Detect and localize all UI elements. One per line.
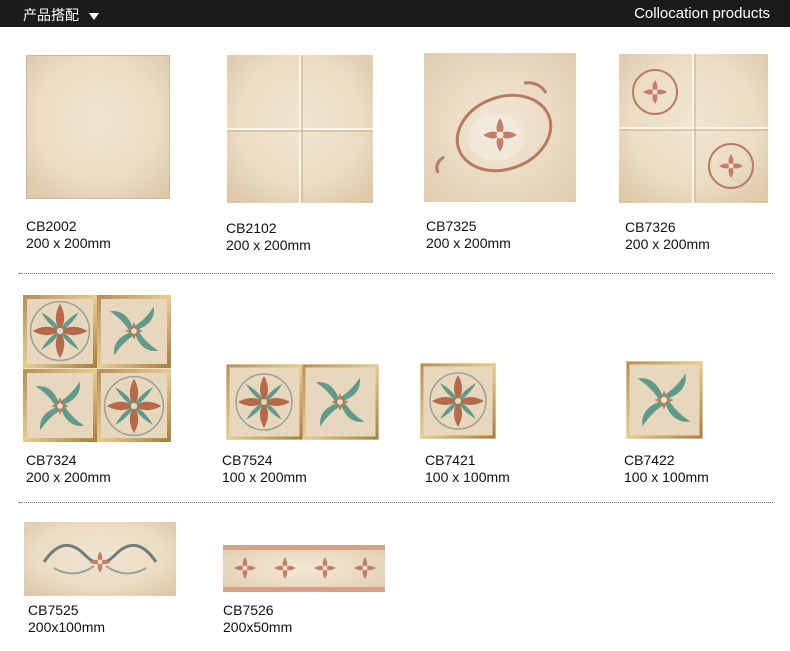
product-size: 100 x 200mm: [222, 469, 307, 485]
product-code: CB7421: [425, 452, 476, 468]
section-title-en: Collocation products: [634, 5, 770, 22]
tile-image-cb7525[interactable]: [24, 522, 176, 596]
product-code: CB2102: [226, 220, 277, 236]
product-size: 200 x 200mm: [226, 237, 311, 253]
tile-image-cb7524[interactable]: [226, 364, 379, 440]
product-code: CB2002: [26, 218, 77, 234]
product-code: CB7526: [223, 602, 274, 618]
product-code: CB7524: [222, 452, 273, 468]
caret-down-icon: [89, 12, 99, 20]
tile-image-cb7526[interactable]: [223, 545, 385, 592]
tile-image-cb7324[interactable]: [23, 295, 171, 442]
section-title-dropdown[interactable]: 产品搭配: [23, 5, 99, 25]
product-size: 200 x 200mm: [625, 236, 710, 252]
product-code: CB7525: [28, 602, 79, 618]
product-code: CB7422: [624, 452, 675, 468]
product-code: CB7326: [625, 219, 676, 235]
tile-image-cb7326[interactable]: [619, 54, 768, 203]
tile-image-cb7421[interactable]: [420, 363, 496, 439]
tile-image-cb7325[interactable]: [424, 53, 576, 202]
product-size: 200x50mm: [223, 619, 293, 635]
header-bar: 产品搭配 Collocation products: [0, 0, 790, 27]
row-divider: [19, 273, 773, 274]
tile-image-cb2102[interactable]: [227, 55, 373, 203]
row-divider: [19, 502, 773, 503]
section-title-cn: 产品搭配: [23, 8, 79, 24]
product-size: 200 x 200mm: [426, 235, 511, 251]
tile-image-cb2002[interactable]: [26, 55, 170, 199]
tile-image-cb7422[interactable]: [626, 361, 703, 439]
product-size: 200 x 200mm: [26, 469, 111, 485]
product-code: CB7325: [426, 218, 477, 234]
product-size: 200x100mm: [28, 619, 106, 635]
product-code: CB7324: [26, 452, 77, 468]
product-size: 100 x 100mm: [425, 469, 510, 485]
product-size: 100 x 100mm: [624, 469, 709, 485]
product-size: 200 x 200mm: [26, 235, 111, 251]
